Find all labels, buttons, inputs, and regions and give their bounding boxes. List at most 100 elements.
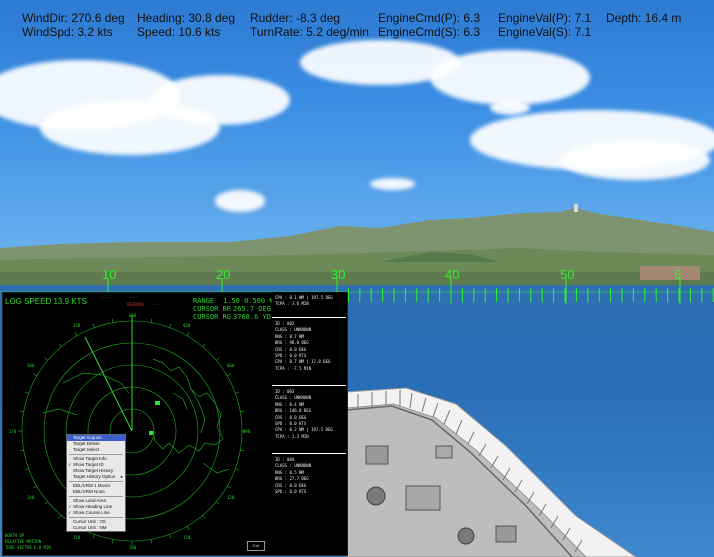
svg-text:180: 180: [129, 545, 137, 550]
bearing-tick: [58, 343, 62, 347]
context-menu-item-label: Cursor Unit : YD: [73, 519, 106, 524]
log-speed-readout: LOG SPEED 13.9 KTS: [5, 297, 87, 306]
bearing-tick: [92, 534, 95, 539]
radar-header-value: ---: [129, 295, 139, 301]
target-info-line: SPD : 0.0 KTS: [275, 489, 307, 495]
svg-text:030: 030: [183, 323, 191, 328]
context-menu-item-label: EBL/VRM 1 Mover: [73, 483, 111, 488]
menu-separator: [69, 496, 123, 497]
context-menu-item-label: Target Select: [73, 447, 100, 452]
svg-text:270: 270: [9, 429, 17, 434]
target-info-block: ID : 004 CLASS : UNKNOWN RNG : 0.5 NM BRG :…: [272, 454, 346, 554]
bearing-tick: [235, 468, 240, 471]
target-info-block: CPA : 0.1 NM | 197.5 DEG TCPA : 3.6 MIN: [272, 292, 346, 318]
svg-text:300: 300: [27, 363, 35, 368]
target-info-block: ID : 002 CLASS : UNKNOWN RNG : 0.7 NM BRG :…: [272, 318, 346, 386]
engine-cmd-port-readout: EngineCmd(P): 6.3: [378, 11, 481, 25]
rudder-readout: Rudder: -8.3 deg: [250, 11, 341, 25]
cursor-range-label: CURSOR RG: [193, 313, 231, 321]
context-menu-item[interactable]: Target Select: [67, 447, 125, 453]
range-label: RANGE: [193, 297, 215, 305]
context-menu-item[interactable]: ✓ Show Course Line: [67, 510, 125, 516]
bearing-tick: [227, 485, 231, 489]
svg-text:090: 090: [243, 429, 251, 434]
heading-tick-label: 30: [331, 267, 346, 282]
radar-header-label: HEADING: [127, 302, 144, 307]
bearing-tick: [169, 323, 172, 328]
target-info-line: TCPA : -7.5 MIN: [275, 365, 312, 371]
cursor-range-value: 3768.6 YD: [233, 313, 271, 321]
bearing-tick: [240, 410, 245, 413]
submenu-arrow-icon: ▸: [120, 474, 123, 479]
context-menu-item[interactable]: EBL/VRM None: [67, 489, 125, 495]
heading-tick-label: 40: [445, 267, 460, 282]
target-info-panel: CPA : 0.1 NM | 197.5 DEG TCPA : 3.6 MIN I…: [272, 292, 346, 554]
wind-direction-readout: WindDir: 270.6 deg: [22, 11, 125, 25]
menu-separator: [69, 481, 123, 482]
bearing-tick: [169, 534, 172, 539]
menu-separator: [69, 454, 123, 455]
bearing-tick: [240, 449, 245, 452]
svg-text:150: 150: [183, 535, 191, 540]
svg-text:330: 330: [73, 323, 81, 328]
bearing-tick: [111, 539, 114, 544]
target-info-block: ID : 003 CLASS : UNKNOWN RNG : 0.4 NM BRG :…: [272, 386, 346, 454]
bearing-tick: [58, 515, 62, 519]
radar-header-value: ---: [101, 295, 111, 301]
coastline-terrain: [0, 204, 714, 290]
context-menu-item-label: Show Heading Line: [73, 504, 113, 509]
bearing-tick: [216, 357, 220, 361]
context-menu-item-label: Show Land Area: [73, 498, 107, 503]
bearing-tick: [216, 501, 220, 505]
bearing-tick: [111, 318, 114, 323]
range-value: 1.50 0.500 NM: [223, 297, 278, 305]
bearing-tick: [24, 391, 29, 394]
bearing-tick: [44, 501, 48, 505]
context-menu-item-label: Cursor Unit : NM: [73, 525, 107, 530]
bearing-tick: [202, 343, 206, 347]
ship-bow: [346, 387, 637, 557]
heading-tick-label: 20: [216, 267, 231, 282]
display-mode-label: RELATIVE MOTION: [5, 539, 42, 544]
bearing-tick: [92, 323, 95, 328]
bearing-tick: [33, 373, 37, 377]
context-menu-item-label: Target Acquire: [73, 435, 102, 440]
heading-tick-label: 10: [102, 267, 117, 282]
context-menu-item-label: EBL/VRM None: [73, 489, 105, 494]
display-mode-label: TRUE VECTOR 6.0 MIN: [5, 545, 51, 550]
context-menu-item-label: Show Target Info: [73, 456, 107, 461]
heading-tick-label: 50: [560, 267, 575, 282]
speed-readout: Speed: 10.6 kts: [137, 25, 221, 39]
bearing-tick: [19, 449, 24, 452]
cursor-bearing-value: 265.7 DEG: [233, 305, 271, 313]
context-menu-item-label: Show Target History: [73, 468, 114, 473]
bearing-tick: [24, 468, 29, 471]
simulation-view: WindDir: 270.6 deg Heading: 30.8 deg Rud…: [0, 0, 714, 557]
bearing-tick: [227, 373, 231, 377]
context-menu-item-label: Target History Option: [73, 474, 116, 479]
bearing-tick: [150, 318, 153, 323]
context-menu-item[interactable]: Cursor Unit : NM: [67, 525, 125, 531]
engine-val-starboard-readout: EngineVal(S): 7.1: [498, 25, 592, 39]
exit-button[interactable]: Exit: [247, 541, 265, 551]
bearing-tick: [74, 332, 78, 336]
heading-tick-label: 6: [674, 267, 682, 282]
bearing-tick: [186, 332, 190, 336]
context-menu-item-label: Show Target ID: [73, 462, 104, 467]
bearing-tick: [19, 410, 24, 413]
svg-text:240: 240: [27, 495, 35, 500]
bearing-tick: [235, 391, 240, 394]
radar-context-menu[interactable]: Target Acquire Target Delete Target Select…: [66, 434, 126, 532]
context-menu-item-label: Show Course Line: [73, 510, 110, 515]
display-mode-label: NORTH UP: [5, 533, 25, 538]
target-info-line: TCPA : 3.6 MIN: [275, 301, 309, 307]
target-info-line: TCPA : 1.3 MIN: [275, 433, 309, 439]
turn-rate-readout: TurnRate: 5.2 deg/min: [250, 25, 369, 39]
checkmark-icon: ✓: [68, 510, 72, 515]
menu-separator: [69, 517, 123, 518]
bearing-tick: [202, 515, 206, 519]
context-menu-item[interactable]: Target History Option ▸: [67, 474, 125, 480]
engine-cmd-starboard-readout: EngineCmd(S): 6.3: [378, 25, 481, 39]
heading-readout: Heading: 30.8 deg: [137, 11, 236, 25]
bearing-tick: [33, 485, 37, 489]
